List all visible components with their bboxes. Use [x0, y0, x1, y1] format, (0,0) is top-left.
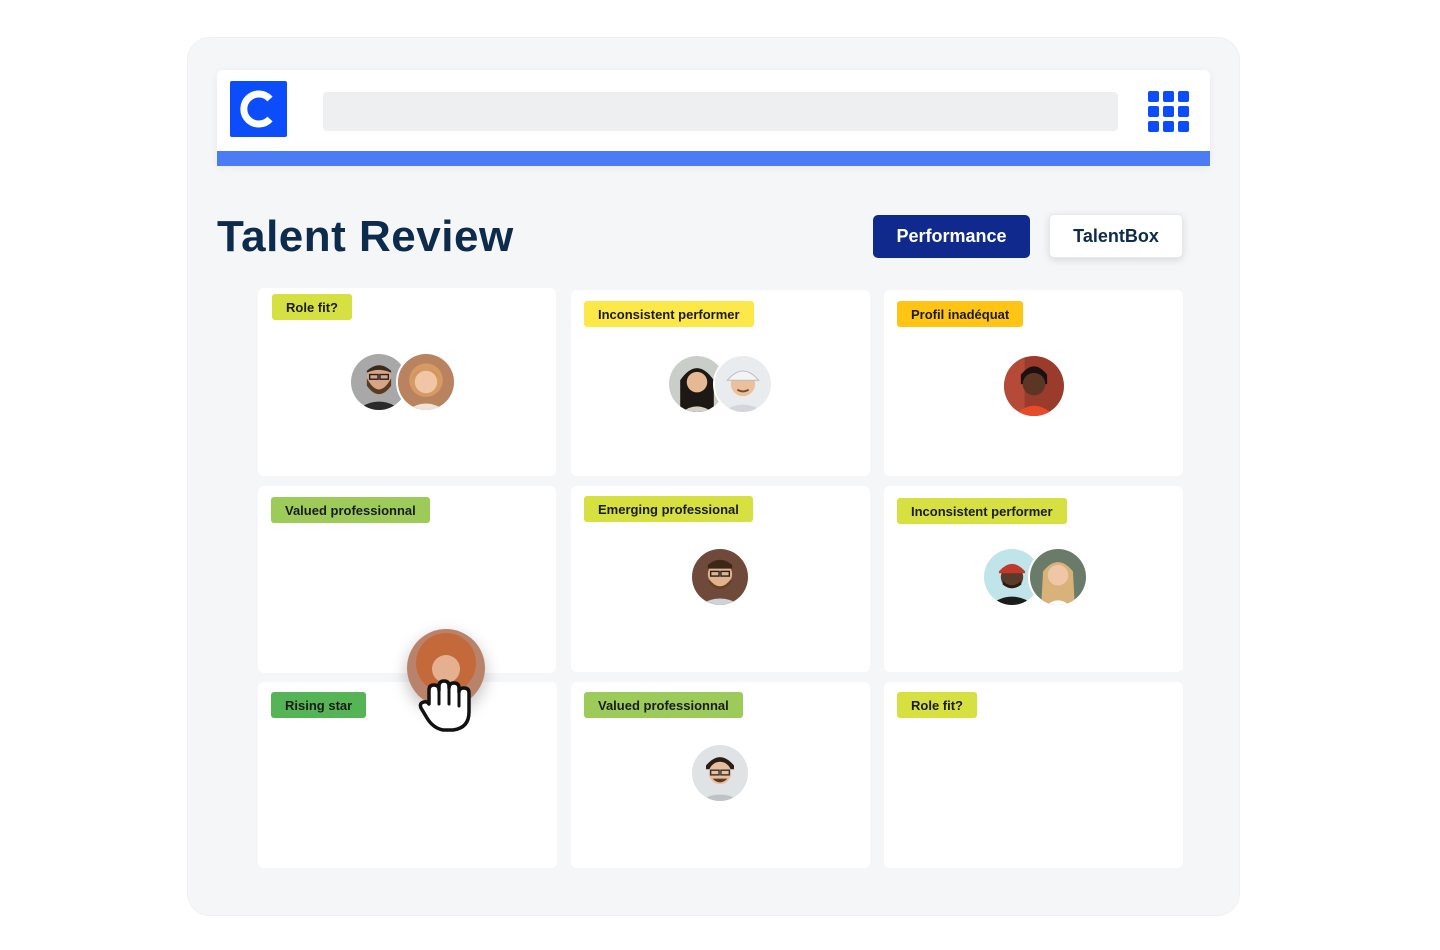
avatar-man-glasses-beard-2[interactable]: [690, 547, 750, 607]
cell-tag: Emerging professional: [584, 496, 753, 522]
cell-tag: Inconsistent performer: [584, 301, 754, 327]
avatar-woman-blonde[interactable]: [396, 352, 456, 412]
grid-cell-role-fit[interactable]: Role fit?: [258, 288, 556, 476]
page-title: Talent Review: [217, 212, 514, 261]
tab-performance[interactable]: Performance: [873, 215, 1030, 258]
tab-talentbox[interactable]: TalentBox: [1049, 214, 1183, 258]
top-navigation-bar: [217, 70, 1210, 166]
cell-tag: Valued professionnal: [584, 692, 743, 718]
avatar-man-glasses-curly[interactable]: [690, 743, 750, 803]
grid-cell-profil-inadequat[interactable]: Profil inadéquat: [884, 290, 1183, 476]
grid-cell-emerging-professional[interactable]: Emerging professional: [571, 486, 870, 672]
header-accent-line: [217, 151, 1210, 166]
grid-cell-rising-star[interactable]: Rising star: [258, 682, 557, 868]
apps-grid-icon[interactable]: [1148, 91, 1189, 132]
grid-cell-valued-professionnal[interactable]: Valued professionnal: [258, 486, 556, 673]
search-input[interactable]: [323, 92, 1118, 131]
grid-cell-inconsistent-performer[interactable]: Inconsistent performer: [571, 290, 870, 476]
cell-tag: Role fit?: [272, 294, 352, 320]
logo-c-letter: [239, 90, 273, 128]
cell-tag: Rising star: [271, 692, 367, 718]
grid-cell-valued-professionnal-2[interactable]: Valued professionnal: [571, 682, 870, 868]
cell-tag: Role fit?: [897, 692, 977, 718]
grab-hand-cursor-icon: [418, 679, 471, 732]
brand-logo-icon[interactable]: [230, 81, 287, 137]
avatar-woman-red-top[interactable]: [1002, 354, 1066, 418]
grid-cell-inconsistent-performer-2[interactable]: Inconsistent performer: [884, 486, 1183, 672]
cell-tag: Profil inadéquat: [897, 301, 1024, 327]
cell-tag: Inconsistent performer: [897, 498, 1067, 524]
grid-cell-role-fit-2[interactable]: Role fit?: [884, 682, 1183, 868]
avatar-woman-long-hair[interactable]: [1028, 547, 1088, 607]
avatar-man-cap[interactable]: [713, 354, 773, 414]
cell-tag: Valued professionnal: [271, 497, 430, 523]
